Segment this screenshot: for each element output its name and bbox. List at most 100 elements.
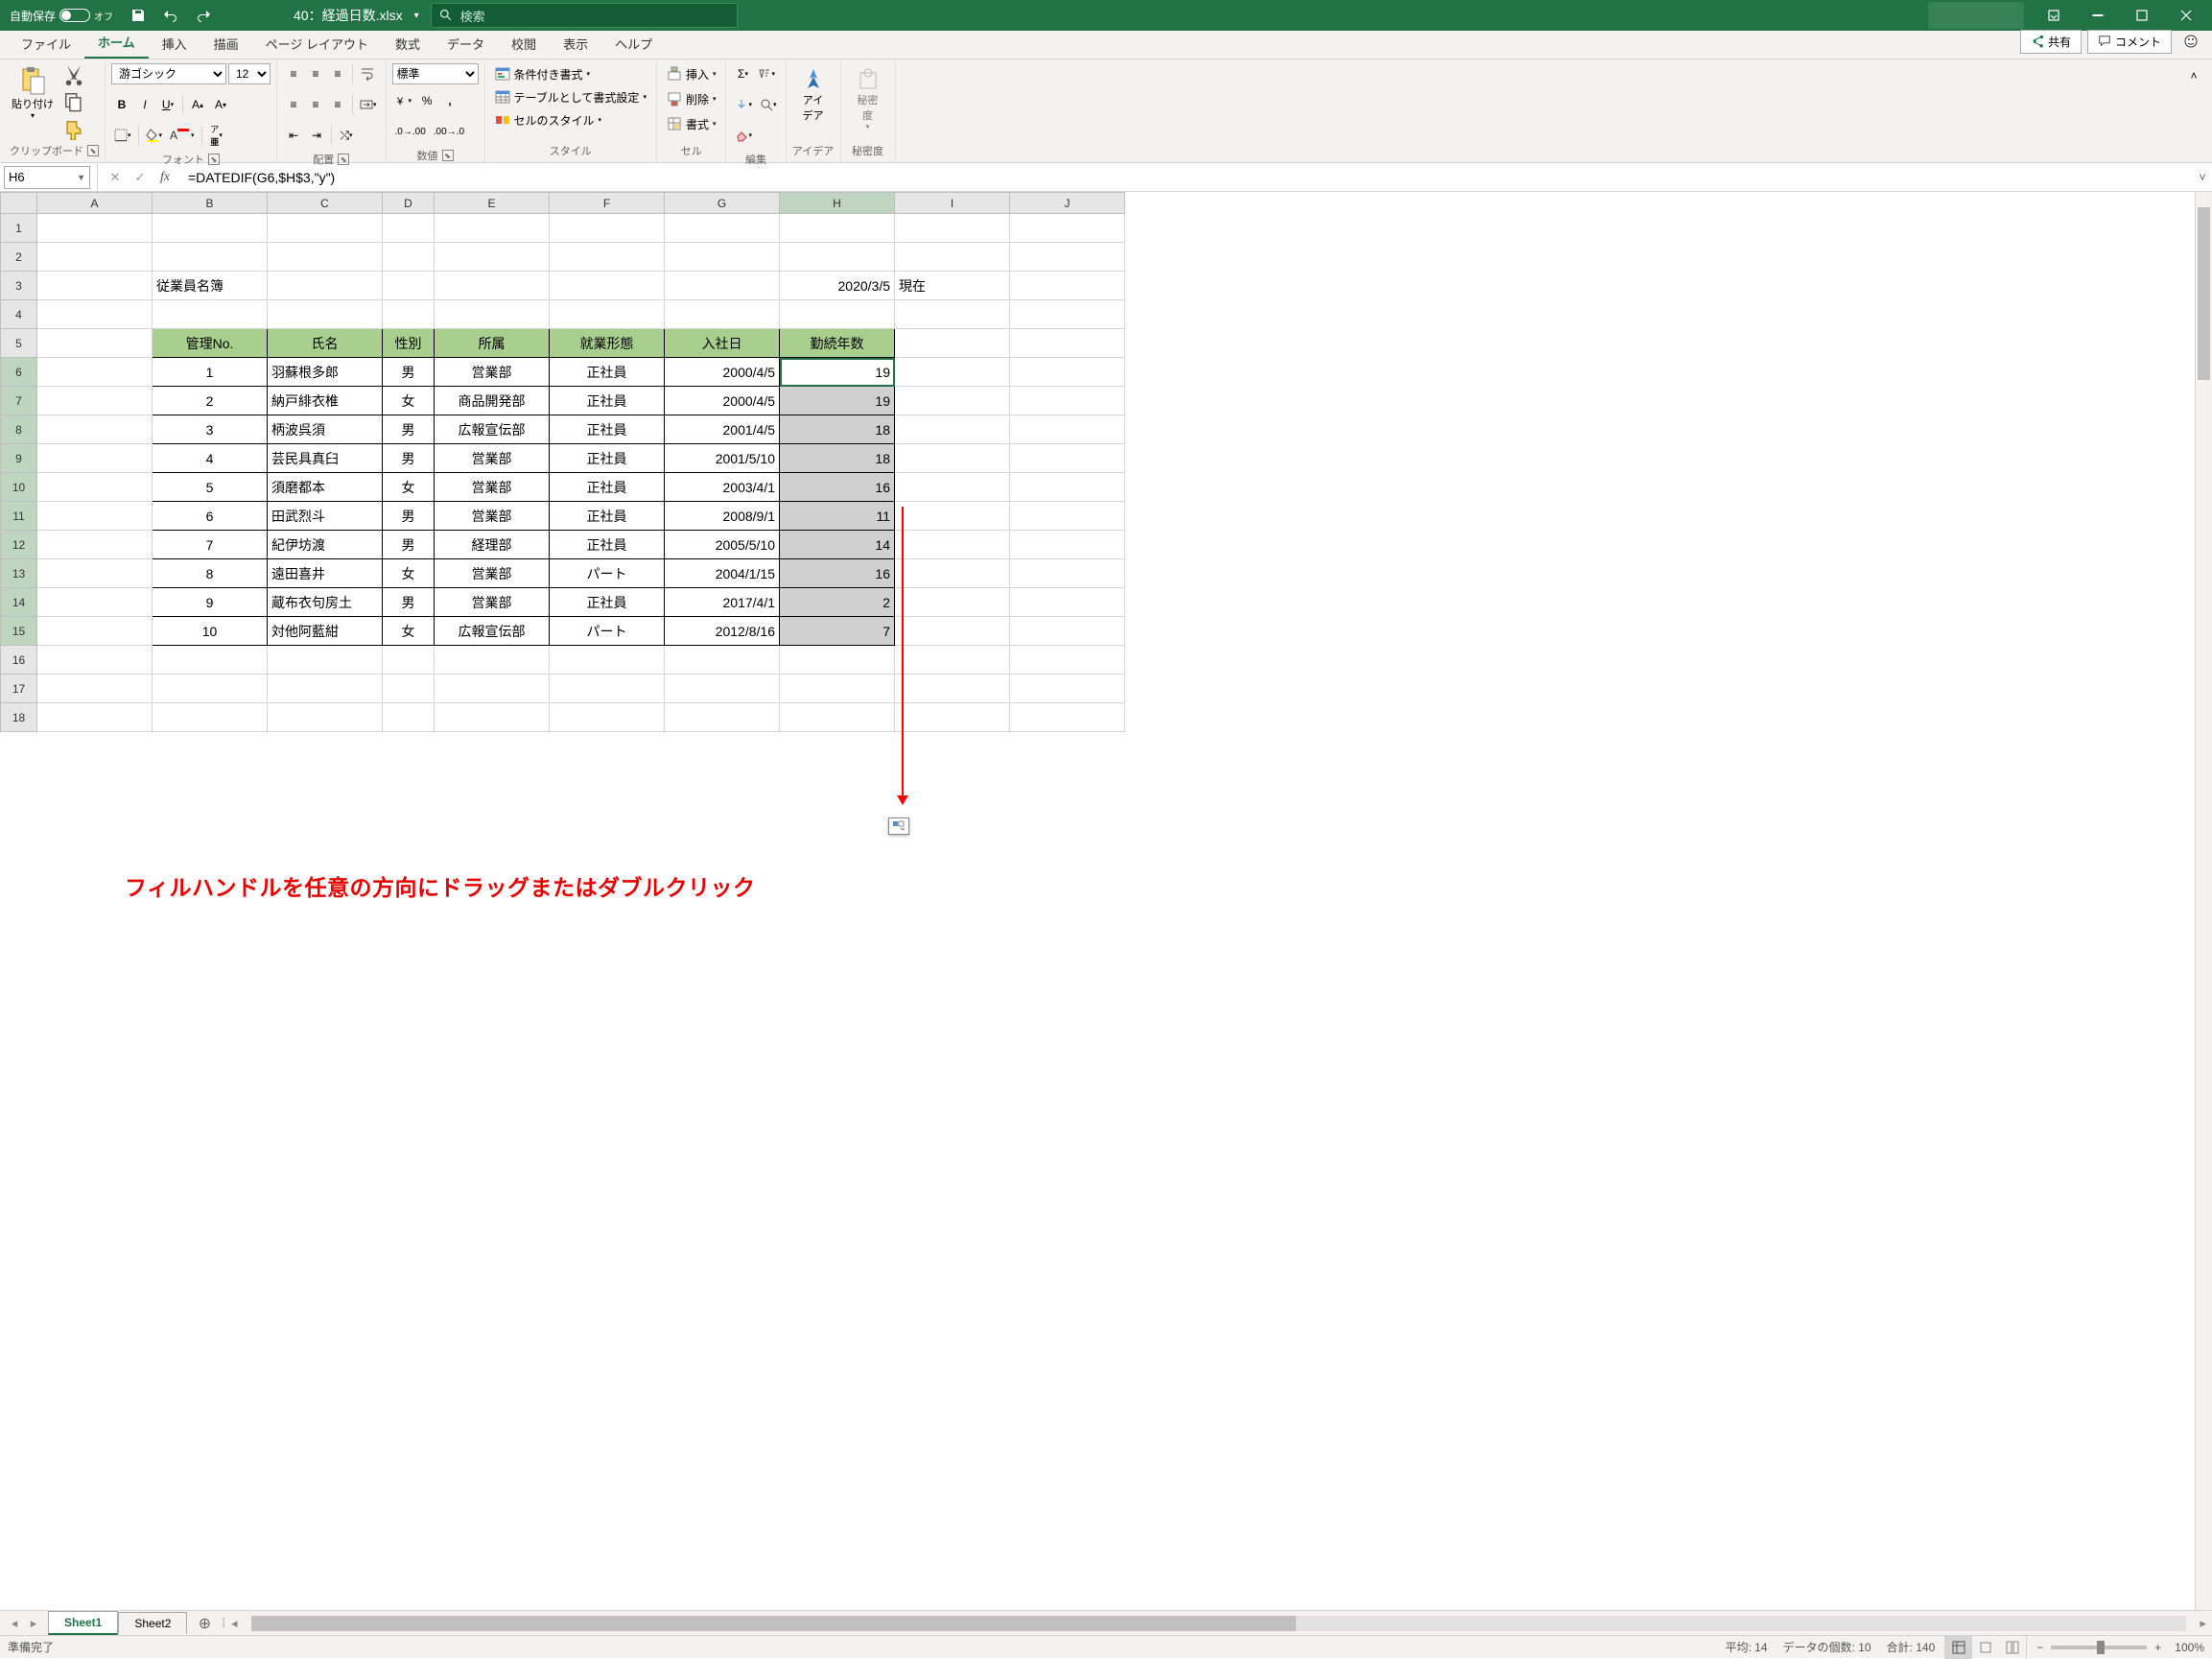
comma-button[interactable]: ,: [439, 90, 460, 111]
font-name-select[interactable]: 游ゴシック: [111, 63, 226, 84]
cell[interactable]: [780, 646, 895, 675]
cell[interactable]: 11: [780, 502, 895, 531]
cell[interactable]: [1010, 243, 1125, 272]
cell[interactable]: [383, 646, 435, 675]
cell[interactable]: 須磨都本: [268, 473, 383, 502]
cancel-formula-icon[interactable]: ✕: [104, 166, 127, 189]
cell[interactable]: 正社員: [550, 387, 665, 415]
zoom-level[interactable]: 100%: [2175, 1641, 2204, 1654]
cell[interactable]: 営業部: [435, 444, 550, 473]
col-header[interactable]: F: [550, 193, 665, 214]
currency-button[interactable]: ¥▾: [392, 90, 415, 111]
cell[interactable]: [383, 703, 435, 732]
cell[interactable]: [37, 502, 153, 531]
cell[interactable]: [895, 415, 1010, 444]
cell[interactable]: 3: [153, 415, 268, 444]
row-header[interactable]: 8: [1, 415, 37, 444]
cell[interactable]: [665, 214, 780, 243]
normal-view-icon[interactable]: [1945, 1636, 1972, 1659]
cell[interactable]: [435, 646, 550, 675]
cell[interactable]: [895, 358, 1010, 387]
phonetic-button[interactable]: ア亜▾: [206, 125, 227, 146]
tab-review[interactable]: 校閲: [498, 29, 550, 59]
cell[interactable]: 1: [153, 358, 268, 387]
cell[interactable]: [550, 675, 665, 703]
cell[interactable]: [268, 214, 383, 243]
autofill-options-button[interactable]: [888, 818, 909, 835]
cell[interactable]: [435, 214, 550, 243]
cell[interactable]: 7: [153, 531, 268, 559]
cell[interactable]: 正社員: [550, 473, 665, 502]
row-header[interactable]: 14: [1, 588, 37, 617]
cell[interactable]: 2020/3/5: [780, 272, 895, 300]
cell[interactable]: [153, 214, 268, 243]
cell[interactable]: [268, 646, 383, 675]
cell[interactable]: [37, 214, 153, 243]
cut-icon[interactable]: [63, 64, 84, 85]
cell[interactable]: 男: [383, 415, 435, 444]
cell[interactable]: 蔵布衣句房土: [268, 588, 383, 617]
cell[interactable]: 男: [383, 358, 435, 387]
row-header[interactable]: 7: [1, 387, 37, 415]
cell[interactable]: [37, 675, 153, 703]
cell[interactable]: 2: [153, 387, 268, 415]
cell[interactable]: [1010, 588, 1125, 617]
col-header[interactable]: I: [895, 193, 1010, 214]
cell[interactable]: [268, 272, 383, 300]
cell[interactable]: 19: [780, 387, 895, 415]
col-header[interactable]: J: [1010, 193, 1125, 214]
cell[interactable]: [37, 559, 153, 588]
cell[interactable]: [153, 646, 268, 675]
row-header[interactable]: 6: [1, 358, 37, 387]
row-header[interactable]: 4: [1, 300, 37, 329]
cell[interactable]: 入社日: [665, 329, 780, 358]
cell[interactable]: [383, 272, 435, 300]
user-account[interactable]: [1928, 2, 2024, 29]
number-format-select[interactable]: 標準: [392, 63, 479, 84]
cell[interactable]: [37, 531, 153, 559]
cell[interactable]: [665, 703, 780, 732]
cell[interactable]: 4: [153, 444, 268, 473]
cell[interactable]: [550, 243, 665, 272]
cell[interactable]: [435, 703, 550, 732]
cell[interactable]: [37, 243, 153, 272]
cell[interactable]: 羽蘇根多郎: [268, 358, 383, 387]
cell[interactable]: [895, 502, 1010, 531]
row-header[interactable]: 12: [1, 531, 37, 559]
cell[interactable]: 正社員: [550, 502, 665, 531]
cell[interactable]: 遠田喜井: [268, 559, 383, 588]
sheet-nav-next-icon[interactable]: ▸: [25, 1615, 42, 1632]
cell[interactable]: [37, 703, 153, 732]
cell[interactable]: 氏名: [268, 329, 383, 358]
name-box[interactable]: H6▼: [4, 166, 90, 189]
col-header[interactable]: D: [383, 193, 435, 214]
italic-button[interactable]: I: [134, 94, 155, 115]
cell[interactable]: [895, 617, 1010, 646]
sort-filter-button[interactable]: ▾: [755, 63, 778, 84]
shrink-font-icon[interactable]: A▾: [210, 94, 231, 115]
cell[interactable]: [1010, 646, 1125, 675]
font-size-select[interactable]: 12: [228, 63, 271, 84]
delete-cells-button[interactable]: 削除▾: [663, 88, 720, 109]
cell[interactable]: 男: [383, 444, 435, 473]
cell[interactable]: [895, 243, 1010, 272]
cell[interactable]: 2003/4/1: [665, 473, 780, 502]
select-all-cell[interactable]: [1, 193, 37, 214]
cell[interactable]: パート: [550, 559, 665, 588]
align-right-icon[interactable]: ≡: [327, 94, 348, 115]
page-layout-view-icon[interactable]: [1972, 1636, 1999, 1659]
cell[interactable]: 営業部: [435, 559, 550, 588]
cell[interactable]: [1010, 300, 1125, 329]
cell[interactable]: [895, 588, 1010, 617]
number-launcher[interactable]: ⬊: [442, 150, 454, 161]
cell[interactable]: 広報宣伝部: [435, 617, 550, 646]
cell[interactable]: 営業部: [435, 502, 550, 531]
cell[interactable]: [37, 300, 153, 329]
cell[interactable]: 10: [153, 617, 268, 646]
cell[interactable]: 田武烈斗: [268, 502, 383, 531]
cell[interactable]: [665, 300, 780, 329]
cell[interactable]: 正社員: [550, 588, 665, 617]
cell[interactable]: [550, 646, 665, 675]
cell[interactable]: [895, 387, 1010, 415]
cell[interactable]: 正社員: [550, 415, 665, 444]
